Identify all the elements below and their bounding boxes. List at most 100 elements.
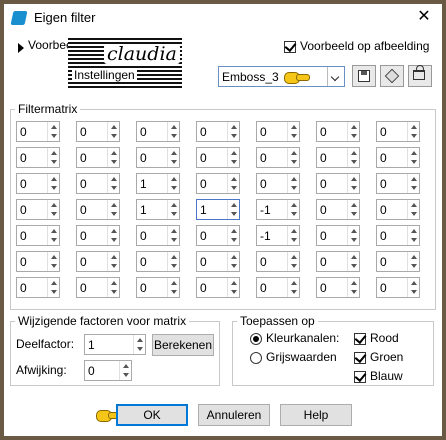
matrix-cell-input[interactable]: 0 bbox=[316, 121, 360, 142]
spin-arrows-icon[interactable] bbox=[287, 252, 299, 271]
spin-arrows-icon[interactable] bbox=[47, 148, 59, 167]
green-checkbox[interactable] bbox=[354, 350, 367, 364]
matrix-cell-input[interactable]: 0 bbox=[256, 277, 300, 298]
spin-arrows-icon[interactable] bbox=[347, 174, 359, 193]
preview-on-image-checkbox[interactable] bbox=[284, 39, 297, 53]
matrix-cell-input[interactable]: -1 bbox=[256, 225, 300, 246]
matrix-cell-input[interactable]: 0 bbox=[196, 277, 240, 298]
spin-arrows-icon[interactable] bbox=[227, 200, 239, 219]
spin-arrows-icon[interactable] bbox=[347, 278, 359, 297]
spin-arrows-icon[interactable] bbox=[107, 278, 119, 297]
matrix-cell-input[interactable]: 0 bbox=[16, 121, 60, 142]
matrix-cell-input[interactable]: 0 bbox=[16, 199, 60, 220]
spin-arrows-icon[interactable] bbox=[107, 122, 119, 141]
matrix-cell-input[interactable]: 0 bbox=[76, 121, 120, 142]
matrix-cell-input[interactable]: 0 bbox=[376, 277, 420, 298]
spin-arrows-icon[interactable] bbox=[407, 174, 419, 193]
spin-arrows-icon[interactable] bbox=[407, 200, 419, 219]
chevron-down-icon[interactable] bbox=[327, 67, 344, 86]
ok-button[interactable]: OK bbox=[116, 404, 188, 426]
spin-arrows-icon[interactable] bbox=[107, 200, 119, 219]
spin-arrows-icon[interactable] bbox=[47, 252, 59, 271]
matrix-cell-input[interactable]: 0 bbox=[76, 173, 120, 194]
matrix-cell-input[interactable]: 0 bbox=[16, 225, 60, 246]
spin-arrows-icon[interactable] bbox=[347, 122, 359, 141]
divisor-input[interactable]: 1 bbox=[84, 334, 146, 355]
spin-arrows-icon[interactable] bbox=[287, 122, 299, 141]
color-channels-radio[interactable] bbox=[250, 333, 262, 345]
spin-arrows-icon[interactable] bbox=[407, 252, 419, 271]
spin-arrows-icon[interactable] bbox=[47, 200, 59, 219]
spin-arrows-icon[interactable] bbox=[287, 148, 299, 167]
matrix-cell-input[interactable]: 0 bbox=[316, 225, 360, 246]
matrix-cell-input[interactable]: 0 bbox=[16, 173, 60, 194]
matrix-cell-input[interactable]: 1 bbox=[196, 199, 240, 220]
matrix-cell-input[interactable]: 0 bbox=[136, 251, 180, 272]
spin-arrows-icon[interactable] bbox=[47, 174, 59, 193]
matrix-cell-input[interactable]: 0 bbox=[16, 251, 60, 272]
preset-dropdown[interactable]: Emboss_3 bbox=[218, 66, 345, 87]
matrix-cell-input[interactable]: -1 bbox=[256, 199, 300, 220]
spin-arrows-icon[interactable] bbox=[287, 200, 299, 219]
spin-arrows-icon[interactable] bbox=[47, 122, 59, 141]
spin-arrows-icon[interactable] bbox=[407, 122, 419, 141]
matrix-cell-input[interactable]: 0 bbox=[316, 147, 360, 168]
spin-arrows-icon[interactable] bbox=[347, 200, 359, 219]
matrix-cell-input[interactable]: 0 bbox=[316, 173, 360, 194]
matrix-cell-input[interactable]: 0 bbox=[136, 277, 180, 298]
spin-arrows-icon[interactable] bbox=[407, 226, 419, 245]
matrix-cell-input[interactable]: 0 bbox=[196, 225, 240, 246]
spin-arrows-icon[interactable] bbox=[287, 226, 299, 245]
matrix-cell-input[interactable]: 1 bbox=[136, 173, 180, 194]
spin-arrows-icon[interactable] bbox=[107, 226, 119, 245]
spin-arrows-icon[interactable] bbox=[167, 226, 179, 245]
matrix-cell-input[interactable]: 0 bbox=[376, 121, 420, 142]
matrix-cell-input[interactable]: 1 bbox=[136, 199, 180, 220]
matrix-cell-input[interactable]: 0 bbox=[76, 147, 120, 168]
matrix-cell-input[interactable]: 0 bbox=[196, 121, 240, 142]
matrix-cell-input[interactable]: 0 bbox=[16, 147, 60, 168]
spin-arrows-icon[interactable] bbox=[347, 226, 359, 245]
matrix-cell-input[interactable]: 0 bbox=[256, 251, 300, 272]
save-preset-button[interactable] bbox=[352, 65, 376, 87]
matrix-cell-input[interactable]: 0 bbox=[196, 173, 240, 194]
spin-arrows-icon[interactable] bbox=[167, 148, 179, 167]
spin-arrows-icon[interactable] bbox=[287, 278, 299, 297]
spin-arrows-icon[interactable] bbox=[119, 361, 131, 380]
spin-arrows-icon[interactable] bbox=[167, 278, 179, 297]
help-button[interactable]: Help bbox=[280, 404, 352, 426]
matrix-cell-input[interactable]: 0 bbox=[376, 147, 420, 168]
matrix-cell-input[interactable]: 0 bbox=[316, 199, 360, 220]
spin-arrows-icon[interactable] bbox=[227, 226, 239, 245]
matrix-cell-input[interactable]: 0 bbox=[256, 173, 300, 194]
spin-arrows-icon[interactable] bbox=[47, 278, 59, 297]
spin-arrows-icon[interactable] bbox=[167, 252, 179, 271]
matrix-cell-input[interactable]: 0 bbox=[376, 225, 420, 246]
spin-arrows-icon[interactable] bbox=[407, 148, 419, 167]
spin-arrows-icon[interactable] bbox=[227, 122, 239, 141]
spin-arrows-icon[interactable] bbox=[107, 148, 119, 167]
spin-arrows-icon[interactable] bbox=[167, 174, 179, 193]
spin-arrows-icon[interactable] bbox=[167, 200, 179, 219]
spin-arrows-icon[interactable] bbox=[227, 148, 239, 167]
matrix-cell-input[interactable]: 0 bbox=[196, 251, 240, 272]
spin-arrows-icon[interactable] bbox=[107, 252, 119, 271]
close-button[interactable]: ✕ bbox=[412, 6, 436, 28]
spin-arrows-icon[interactable] bbox=[287, 174, 299, 193]
matrix-cell-input[interactable]: 0 bbox=[136, 121, 180, 142]
spin-arrows-icon[interactable] bbox=[347, 148, 359, 167]
spin-arrows-icon[interactable] bbox=[227, 278, 239, 297]
matrix-cell-input[interactable]: 0 bbox=[316, 277, 360, 298]
matrix-cell-input[interactable]: 0 bbox=[376, 251, 420, 272]
matrix-cell-input[interactable]: 0 bbox=[256, 147, 300, 168]
matrix-cell-input[interactable]: 0 bbox=[316, 251, 360, 272]
cancel-button[interactable]: Annuleren bbox=[198, 404, 270, 426]
spin-arrows-icon[interactable] bbox=[107, 174, 119, 193]
matrix-cell-input[interactable]: 0 bbox=[16, 277, 60, 298]
matrix-cell-input[interactable]: 0 bbox=[376, 173, 420, 194]
matrix-cell-input[interactable]: 0 bbox=[376, 199, 420, 220]
matrix-cell-input[interactable]: 0 bbox=[136, 147, 180, 168]
red-checkbox[interactable] bbox=[354, 331, 367, 345]
spin-arrows-icon[interactable] bbox=[167, 122, 179, 141]
spin-arrows-icon[interactable] bbox=[47, 226, 59, 245]
